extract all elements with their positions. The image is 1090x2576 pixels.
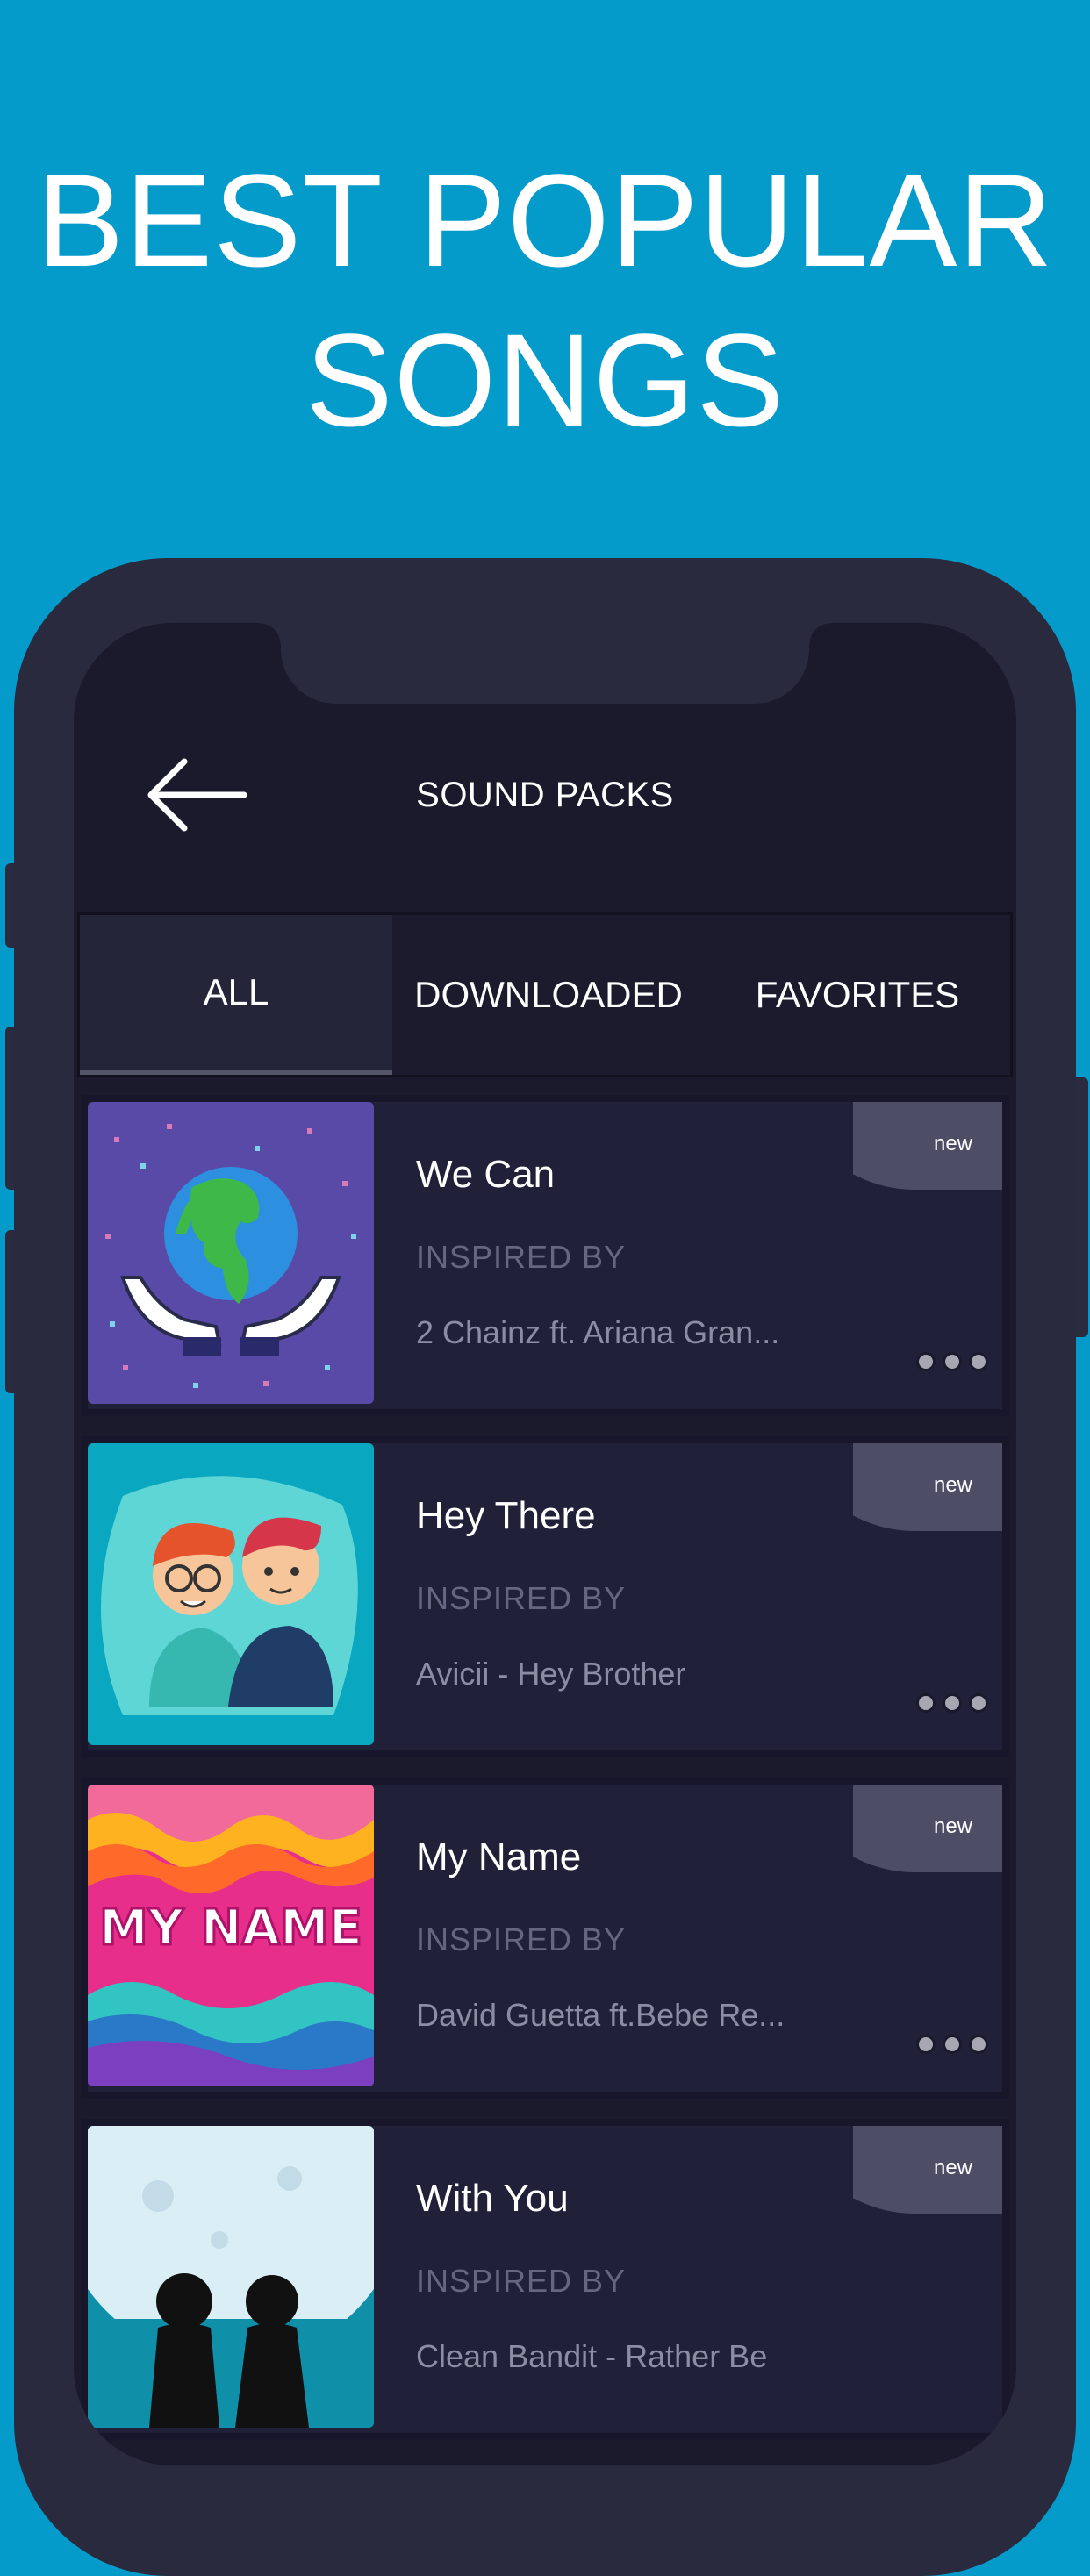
- song-artist: 2 Chainz ft. Ariana Gran...: [416, 1314, 780, 1350]
- more-options-button[interactable]: [900, 2029, 988, 2060]
- tab-downloaded[interactable]: DOWNLOADED: [392, 915, 705, 1075]
- more-dot-icon: [943, 1693, 962, 1713]
- inspired-by-label: INSPIRED BY: [416, 1239, 627, 1275]
- new-badge: new: [853, 2126, 1002, 2214]
- tab-bar: ALL DOWNLOADED FAVORITES: [77, 912, 1013, 1077]
- new-badge-label: new: [933, 1814, 972, 1838]
- inspired-by-label: INSPIRED BY: [416, 1580, 627, 1616]
- headline-line-2: SONGS: [305, 306, 785, 454]
- more-dot-icon: [969, 2035, 988, 2054]
- tab-favorites[interactable]: FAVORITES: [705, 915, 1010, 1075]
- song-title: With You: [416, 2177, 569, 2220]
- phone-screen: SOUND PACKS ALL DOWNLOADED FAVORITES We …: [74, 623, 1016, 2465]
- song-artist: Avicii - Hey Brother: [416, 1656, 686, 1692]
- song-title: My Name: [416, 1835, 582, 1878]
- my-name-waves-art: MY NAME: [88, 1785, 374, 2086]
- more-dot-icon: [943, 1352, 962, 1371]
- art-text: MY NAME: [99, 1900, 362, 1957]
- new-badge-label: new: [933, 2156, 972, 2179]
- more-dot-icon: [943, 2035, 962, 2054]
- inspired-by-label: INSPIRED BY: [416, 2263, 627, 2299]
- globe-hands-art: [88, 1102, 374, 1404]
- more-dot-icon: [916, 1352, 936, 1371]
- song-artist: Clean Bandit - Rather Be: [416, 2338, 768, 2374]
- phone-notch: [260, 623, 830, 704]
- inspired-by-label: INSPIRED BY: [416, 1921, 627, 1957]
- more-options-button[interactable]: [900, 1346, 988, 1377]
- more-dot-icon: [916, 2035, 936, 2054]
- new-badge: new: [853, 1102, 1002, 1190]
- new-badge-label: new: [933, 1473, 972, 1497]
- moon-couple-art: [88, 2126, 374, 2428]
- song-card[interactable]: We Can INSPIRED BY 2 Chainz ft. Ariana G…: [88, 1102, 1002, 1409]
- more-dot-icon: [969, 1352, 988, 1371]
- app-header: SOUND PACKS: [74, 755, 1016, 834]
- promo-headline: BEST POPULAR SONGS: [0, 140, 1090, 460]
- two-boys-art: [88, 1443, 374, 1745]
- song-card[interactable]: MY NAME My Name INSPIRED BY David Guetta…: [88, 1785, 1002, 2092]
- song-card[interactable]: Hey There INSPIRED BY Avicii - Hey Broth…: [88, 1443, 1002, 1750]
- more-dot-icon: [969, 1693, 988, 1713]
- song-artist: David Guetta ft.Bebe Re...: [416, 1997, 785, 2033]
- song-title: We Can: [416, 1153, 556, 1196]
- new-badge: new: [853, 1785, 1002, 1872]
- new-badge: new: [853, 1443, 1002, 1531]
- more-options-button[interactable]: [900, 1687, 988, 1719]
- song-card[interactable]: With You INSPIRED BY Clean Bandit - Rath…: [88, 2126, 1002, 2433]
- song-title: Hey There: [416, 1494, 596, 1537]
- tab-all[interactable]: ALL: [80, 915, 392, 1075]
- new-badge-label: new: [933, 1132, 972, 1156]
- more-dot-icon: [916, 1693, 936, 1713]
- page-title: SOUND PACKS: [416, 776, 674, 814]
- headline-line-1: BEST POPULAR: [36, 147, 1054, 294]
